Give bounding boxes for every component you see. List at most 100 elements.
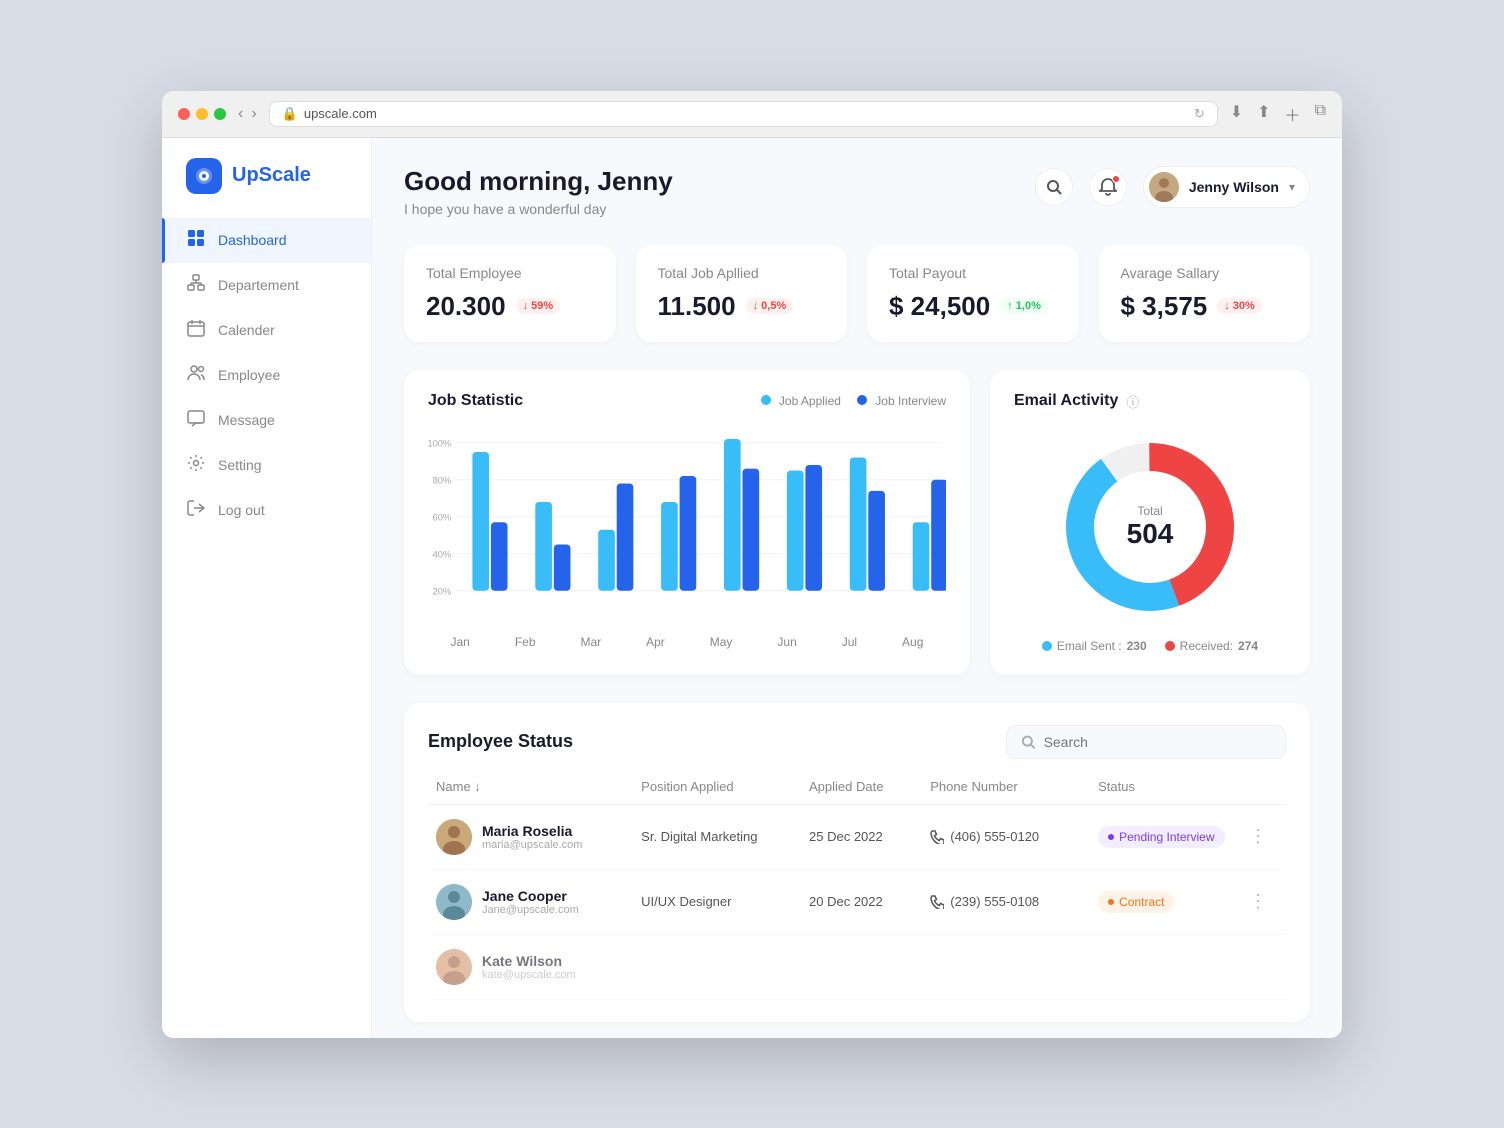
browser-window: ‹ › 🔒 upscale.com ↻ ⬇ ⬆ ＋ ⧉ <box>162 91 1342 1038</box>
url-bar[interactable]: 🔒 upscale.com ↻ <box>269 101 1218 127</box>
greeting: Good morning, Jenny I hope you have a wo… <box>404 166 673 217</box>
month-apr: Apr <box>646 635 665 649</box>
stat-value-1: 11.500 <box>658 291 736 322</box>
status-badge-contract: Contract <box>1098 891 1174 913</box>
stat-badge-0: ↓ 59% <box>516 298 561 314</box>
col-position: Position Applied <box>641 779 809 794</box>
stat-card-payout: Total Payout $ 24,500 ↑ 1,0% <box>867 245 1079 342</box>
month-feb: Feb <box>515 635 536 649</box>
info-icon: ⓘ <box>1126 392 1139 411</box>
stat-card-employee: Total Employee 20.300 ↓ 59% <box>404 245 616 342</box>
sidebar-item-calendar[interactable]: Calender <box>162 308 371 353</box>
charts-row: Job Statistic Job Applied Job Interview <box>404 370 1310 675</box>
share-icon[interactable]: ⬆ <box>1257 102 1270 126</box>
greeting-title: Good morning, Jenny <box>404 166 673 197</box>
top-actions: Jenny Wilson ▾ <box>1035 166 1310 208</box>
close-dot[interactable] <box>178 108 190 120</box>
sidebar-label-message: Message <box>218 412 275 428</box>
emp-email-1: Jane@upscale.com <box>482 904 579 916</box>
notification-badge <box>1112 175 1120 183</box>
sidebar-item-logout[interactable]: Log out <box>162 488 371 533</box>
refresh-icon[interactable]: ↻ <box>1194 106 1205 122</box>
col-phone: Phone Number <box>930 779 1098 794</box>
stats-grid: Total Employee 20.300 ↓ 59% Total Job Ap… <box>404 245 1310 342</box>
logo-icon <box>186 158 222 194</box>
message-icon <box>186 409 206 432</box>
sidebar-label-setting: Setting <box>218 457 262 473</box>
employee-name-cell-1: Jane Cooper Jane@upscale.com <box>436 884 641 920</box>
logout-icon <box>186 499 206 522</box>
month-mar: Mar <box>580 635 601 649</box>
lock-icon: 🔒 <box>282 106 298 122</box>
dashboard-icon <box>186 229 206 252</box>
sidebar-item-setting[interactable]: Setting <box>162 443 371 488</box>
col-date: Applied Date <box>809 779 930 794</box>
maximize-dot[interactable] <box>214 108 226 120</box>
user-profile[interactable]: Jenny Wilson ▾ <box>1143 166 1310 208</box>
emp-avatar-2 <box>436 949 472 985</box>
status-badge-pending: Pending Interview <box>1098 826 1224 848</box>
download-icon[interactable]: ⬇ <box>1230 102 1243 126</box>
user-name: Jenny Wilson <box>1189 179 1279 195</box>
stat-value-0: 20.300 <box>426 291 506 322</box>
emp-avatar-0 <box>436 819 472 855</box>
email-sent-value: 230 <box>1127 639 1147 653</box>
more-button-0[interactable]: ⋮ <box>1238 826 1278 847</box>
sidebar-item-dashboard[interactable]: Dashboard <box>162 218 371 263</box>
emp-name-0: Maria Roselia <box>482 823 582 839</box>
emp-name-1: Jane Cooper <box>482 888 579 904</box>
sidebar-item-employee[interactable]: Employee <box>162 353 371 398</box>
phone-icon-1 <box>930 895 944 909</box>
donut-label: Total 504 <box>1127 504 1174 550</box>
col-status: Status <box>1098 779 1238 794</box>
employee-icon <box>186 364 206 387</box>
svg-text:60%: 60% <box>433 512 452 522</box>
search-icon <box>1021 734 1036 750</box>
employee-name-cell-2: Kate Wilson kate@upscale.com <box>436 949 641 985</box>
search-input[interactable] <box>1044 734 1271 750</box>
sidebar-item-message[interactable]: Message <box>162 398 371 443</box>
add-tab-icon[interactable]: ＋ <box>1285 102 1301 126</box>
legend-interview: Job Interview <box>857 394 946 408</box>
phone-icon-0 <box>930 830 944 844</box>
chart-title: Job Statistic <box>428 392 523 410</box>
stat-label-2: Total Payout <box>889 265 1057 281</box>
search-button[interactable] <box>1035 168 1073 206</box>
employee-name-cell-0: Maria Roselia maria@upscale.com <box>436 819 641 855</box>
notification-button[interactable] <box>1089 168 1127 206</box>
stat-label-3: Avarage Sallary <box>1121 265 1289 281</box>
chart-header: Job Statistic Job Applied Job Interview <box>428 392 946 410</box>
nav-menu: Dashboard Departeme <box>162 218 371 533</box>
svg-text:80%: 80% <box>433 475 452 485</box>
donut-chart: Total 504 <box>1060 437 1240 617</box>
stat-badge-2: ↑ 1,0% <box>1000 298 1048 314</box>
status-dot-orange <box>1108 899 1114 905</box>
legend-applied: Job Applied <box>761 394 841 408</box>
minimize-dot[interactable] <box>196 108 208 120</box>
sidebar-label-employee: Employee <box>218 367 280 383</box>
month-may: May <box>710 635 733 649</box>
month-jan: Jan <box>450 635 469 649</box>
more-button-1[interactable]: ⋮ <box>1238 891 1278 912</box>
bar-chart-svg: 100% 80% 60% 40% 20% <box>428 426 946 626</box>
status-dot-purple <box>1108 834 1114 840</box>
email-sent-legend: Email Sent : 230 <box>1042 639 1147 653</box>
tabs-icon[interactable]: ⧉ <box>1315 102 1326 126</box>
chevron-down-icon: ▾ <box>1289 180 1295 194</box>
back-button[interactable]: ‹ <box>238 105 243 123</box>
sidebar-item-department[interactable]: Departement <box>162 263 371 308</box>
stat-value-3: $ 3,575 <box>1121 291 1208 322</box>
sidebar-label-calendar: Calender <box>218 322 275 338</box>
svg-text:100%: 100% <box>428 438 451 448</box>
greeting-subtitle: I hope you have a wonderful day <box>404 201 673 217</box>
emp-info-2: Kate Wilson kate@upscale.com <box>482 953 576 981</box>
received-dot <box>1165 641 1175 651</box>
forward-button[interactable]: › <box>251 105 256 123</box>
app-layout: UpScale Dashboard <box>162 138 1342 1038</box>
emp-status-1: Contract <box>1098 891 1238 913</box>
logo-text: UpScale <box>232 164 311 187</box>
search-input-wrap[interactable] <box>1006 725 1286 759</box>
month-jul: Jul <box>842 635 857 649</box>
emp-info-0: Maria Roselia maria@upscale.com <box>482 823 582 851</box>
email-card-title: Email Activity <box>1014 392 1118 410</box>
